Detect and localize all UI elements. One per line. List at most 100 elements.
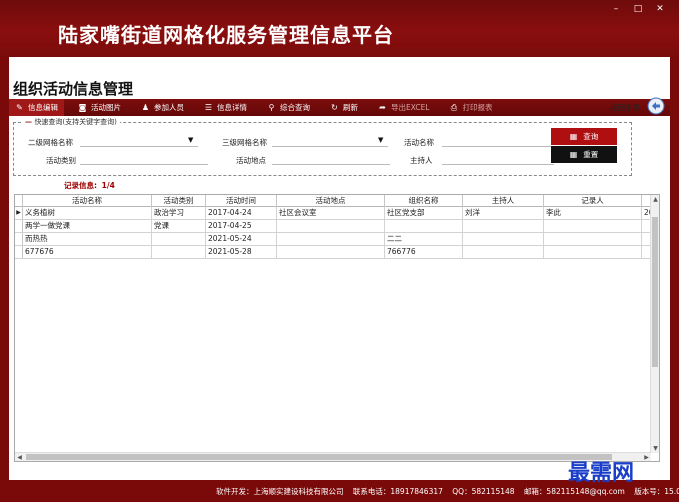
grid-icon: ▦ (569, 150, 578, 159)
column-header[interactable]: 组织名称 (385, 195, 463, 207)
table-cell[interactable] (544, 246, 642, 259)
column-header[interactable]: 活动名称 (23, 195, 152, 207)
status-version: 版本号：15.0.0 (634, 487, 679, 496)
watermark-logo: 最需网 (568, 460, 635, 486)
column-header[interactable]: 活动类别 (152, 195, 206, 207)
record-info: 记录信息: 1/4 (62, 180, 115, 191)
table-cell[interactable] (544, 233, 642, 246)
activity-name-input[interactable] (442, 135, 554, 147)
table-cell[interactable]: 而热热 (23, 233, 152, 246)
status-phone: 联系电话：18917846317 (352, 487, 443, 496)
table-cell[interactable]: 2017-04-24 (206, 207, 277, 220)
table-cell[interactable] (277, 233, 385, 246)
toolbar-search-button[interactable]: ⚲ 综合查询 (261, 99, 316, 116)
row-indicator-header (15, 195, 23, 207)
table-cell[interactable] (463, 220, 544, 233)
minimize-button[interactable]: – (611, 4, 621, 14)
quick-search-panel: — 快速查询(支持关键字查询) 二级网格名称 ▼ 三级网格名称 ▼ 活动名称 活… (13, 117, 632, 176)
table-cell[interactable] (463, 233, 544, 246)
toolbar-participants-button[interactable]: ♟ 参加人员 (135, 99, 190, 116)
table-cell[interactable]: 李此 (544, 207, 642, 220)
scroll-down-icon[interactable]: ▼ (651, 444, 660, 453)
vertical-scroll-thumb[interactable] (652, 217, 658, 367)
column-header[interactable]: 主持人 (463, 195, 544, 207)
search-icon: ⚲ (268, 103, 275, 112)
table-row[interactable]: 677676 2021-05-28 766776 (15, 246, 651, 259)
activity-type-label: 活动类别 (46, 156, 76, 165)
table-header: 活动名称 活动类别 活动时间 活动地点 组织名称 主持人 记录人 (15, 195, 651, 207)
back-arrow-icon[interactable] (646, 97, 666, 115)
toolbar-refresh-button[interactable]: ↻ 刷新 (324, 99, 364, 116)
horizontal-scroll-thumb[interactable] (26, 454, 612, 460)
toolbar-print-label: 打印报表 (462, 103, 493, 112)
horizontal-scrollbar[interactable]: ◀ ▶ (15, 452, 651, 461)
chevron-down-icon[interactable]: ▼ (378, 136, 383, 144)
status-email: 邮箱：582115148@qq.com (523, 487, 625, 496)
table-cell[interactable]: 二二 (385, 233, 463, 246)
edit-icon: ✎ (16, 103, 23, 112)
table-cell[interactable] (277, 246, 385, 259)
table-cell[interactable] (152, 246, 206, 259)
table-cell[interactable]: 政治学习 (152, 207, 206, 220)
scroll-left-icon[interactable]: ◀ (15, 453, 24, 462)
table-cell[interactable]: 766776 (385, 246, 463, 259)
query-button[interactable]: ▦ 查询 (551, 128, 617, 145)
toolbar-edit-button[interactable]: ✎ 信息编辑 (9, 99, 64, 116)
table-row[interactable]: 而热热 2021-05-24 二二 (15, 233, 651, 246)
table-cell[interactable] (544, 220, 642, 233)
vertical-scrollbar[interactable]: ▲ ▼ (650, 195, 659, 453)
export-icon: ➦ (379, 103, 386, 112)
activity-type-input[interactable] (80, 153, 208, 165)
close-button[interactable]: ✕ (655, 4, 665, 14)
activity-place-input[interactable] (272, 153, 390, 165)
table-row[interactable]: 两学一做党课 党课 2017-04-25 (15, 220, 651, 233)
toolbar-export-button[interactable]: ➦ 导出EXCEL (372, 99, 436, 116)
reset-button[interactable]: ▦ 重置 (551, 146, 617, 163)
chevron-down-icon[interactable]: ▼ (188, 136, 193, 144)
table-cell[interactable] (385, 220, 463, 233)
table-body: ▶ 义务植树 政治学习 2017-04-24 社区会议室 社区党支部 刘洋 李此… (15, 207, 651, 259)
maximize-button[interactable]: □ (633, 4, 643, 14)
table-cell[interactable]: 2021-05-24 (206, 233, 277, 246)
table-cell[interactable] (463, 246, 544, 259)
main-panel: 组织活动信息管理 ✎ 信息编辑 ◙ 活动图片 ♟ 参加人员 ☰ 信息详情 ⚲ 综… (9, 57, 670, 480)
scroll-up-icon[interactable]: ▲ (651, 195, 660, 204)
scroll-right-icon[interactable]: ▶ (642, 453, 651, 462)
level3-grid-select[interactable] (272, 135, 388, 147)
table-cell[interactable]: 社区会议室 (277, 207, 385, 220)
camera-icon: ◙ (78, 103, 87, 112)
toolbar: ✎ 信息编辑 ◙ 活动图片 ♟ 参加人员 ☰ 信息详情 ⚲ 综合查询 ↻ 刷新 … (9, 99, 670, 116)
person-add-icon: ♟ (141, 103, 150, 112)
table-cell[interactable] (277, 220, 385, 233)
title-bar: 陆家嘴街道网格化服务管理信息平台 – □ ✕ (0, 0, 679, 57)
level2-grid-select[interactable] (80, 135, 198, 147)
row-indicator (15, 220, 23, 232)
table-cell[interactable]: 刘洋 (463, 207, 544, 220)
table-cell[interactable]: 2017-04-25 (206, 220, 277, 233)
activity-name-label: 活动名称 (404, 138, 434, 147)
toolbar-print-button[interactable]: ⎙ 打印报表 (444, 99, 499, 116)
table-cell[interactable]: 两学一做党课 (23, 220, 152, 233)
column-header[interactable]: 活动时间 (206, 195, 277, 207)
list-icon: ☰ (204, 103, 213, 112)
table-cell[interactable]: 义务植树 (23, 207, 152, 220)
toolbar-participants-label: 参加人员 (154, 103, 184, 112)
status-text: 软件开发：上海顺实建设科技有限公司 联系电话：18917846317 QQ：58… (216, 486, 679, 497)
page-title: 组织活动信息管理 (13, 80, 134, 98)
back-home-link[interactable]: 返回主页 (610, 102, 640, 113)
toolbar-photos-button[interactable]: ◙ 活动图片 (72, 99, 127, 116)
table-cell[interactable] (152, 233, 206, 246)
toolbar-details-button[interactable]: ☰ 信息详情 (198, 99, 253, 116)
query-button-label: 查询 (583, 132, 599, 141)
toolbar-search-label: 综合查询 (280, 103, 310, 112)
column-header[interactable]: 活动地点 (277, 195, 385, 207)
table-cell[interactable]: 社区党支部 (385, 207, 463, 220)
grid-icon: ▦ (569, 132, 578, 141)
level3-grid-label: 三级网格名称 (222, 138, 267, 147)
host-input[interactable] (442, 153, 554, 165)
table-cell[interactable]: 677676 (23, 246, 152, 259)
column-header[interactable]: 记录人 (544, 195, 642, 207)
table-row[interactable]: ▶ 义务植树 政治学习 2017-04-24 社区会议室 社区党支部 刘洋 李此… (15, 207, 651, 220)
table-cell[interactable]: 2021-05-28 (206, 246, 277, 259)
table-cell[interactable]: 党课 (152, 220, 206, 233)
